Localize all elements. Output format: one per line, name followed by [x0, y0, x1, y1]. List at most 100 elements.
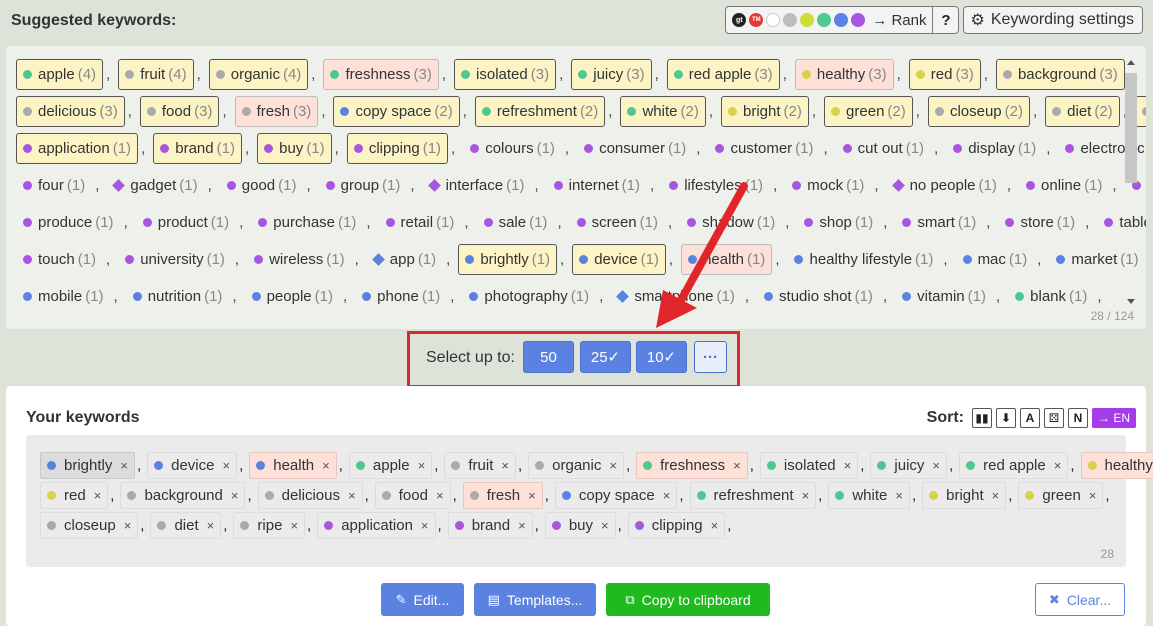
your-keyword-chip[interactable]: fruit ×	[444, 451, 516, 479]
remove-icon[interactable]: ×	[207, 518, 215, 533]
suggested-keyword-chip[interactable]: apple (4)	[16, 59, 104, 90]
your-keyword-chip[interactable]: fresh ×	[462, 481, 543, 509]
suggested-keyword-chip[interactable]: device (1)	[572, 244, 666, 275]
suggested-keyword-chip[interactable]: online (1)	[1019, 170, 1110, 201]
suggested-keyword-chip[interactable]: customer (1)	[708, 133, 821, 164]
remove-icon[interactable]: ×	[501, 458, 509, 473]
your-keyword-chip[interactable]: device ×	[147, 451, 238, 479]
your-keyword-chip[interactable]: closeup ×	[40, 511, 139, 539]
suggested-keyword-chip[interactable]: juicy (3)	[571, 59, 652, 90]
scroll-up-icon[interactable]	[1127, 60, 1135, 65]
rank-button[interactable]: gt TM → Rank ?	[725, 6, 960, 34]
suggested-keyword-chip[interactable]: clipping (1)	[346, 133, 449, 164]
your-keyword-chip[interactable]: background ×	[120, 481, 246, 509]
suggested-keyword-chip[interactable]: copy space (2)	[333, 96, 460, 127]
remove-icon[interactable]: ×	[94, 488, 102, 503]
remove-icon[interactable]: ×	[222, 458, 230, 473]
suggested-keyword-chip[interactable]: consumer (1)	[577, 133, 694, 164]
suggested-keyword-chip[interactable]: photography (1)	[462, 281, 597, 312]
remove-icon[interactable]: ×	[231, 488, 239, 503]
remove-icon[interactable]: ×	[733, 458, 741, 473]
your-keyword-chip[interactable]: diet ×	[150, 511, 222, 539]
your-keyword-chip[interactable]: white ×	[828, 481, 910, 509]
your-keyword-chip[interactable]: healthy×	[1080, 451, 1153, 479]
suggested-keyword-chip[interactable]: four (1)	[16, 170, 93, 201]
suggested-keyword-chip[interactable]: people (1)	[244, 281, 340, 312]
remove-icon[interactable]: ×	[418, 458, 426, 473]
suggested-keyword-chip[interactable]: shadow (1)	[680, 207, 783, 238]
suggested-keyword-chip[interactable]: cut out (1)	[835, 133, 932, 164]
scroll-thumb[interactable]	[1125, 73, 1137, 183]
your-keyword-chip[interactable]: organic ×	[528, 451, 624, 479]
your-keyword-chip[interactable]: refreshment ×	[689, 481, 817, 509]
suggested-keyword-chip[interactable]: studio shot (1)	[757, 281, 880, 312]
remove-icon[interactable]: ×	[802, 488, 810, 503]
remove-icon[interactable]: ×	[421, 518, 429, 533]
suggested-keyword-chip[interactable]: wireless (1)	[247, 244, 352, 275]
suggested-keyword-chip[interactable]: sale (1)	[476, 207, 555, 238]
your-keyword-chip[interactable]: health ×	[249, 451, 337, 479]
suggested-keyword-chip[interactable]: interface (1)	[422, 170, 532, 201]
keywording-settings-button[interactable]: ⚙ Keywording settings	[963, 6, 1143, 34]
remove-icon[interactable]: ×	[348, 488, 356, 503]
suggested-keyword-chip[interactable]: vitamin (1)	[895, 281, 993, 312]
suggested-keyword-chip[interactable]: isolated (3)	[454, 59, 557, 90]
suggested-keyword-chip[interactable]: green (2)	[824, 96, 913, 127]
sort-alpha-button[interactable]: A	[1019, 408, 1040, 428]
remove-icon[interactable]: ×	[124, 518, 132, 533]
select-10-button[interactable]: 10✓	[636, 341, 687, 373]
copy-to-clipboard-button[interactable]: ⧉ Copy to clipboard	[606, 583, 770, 616]
templates-button[interactable]: ▤ Templates...	[474, 583, 596, 616]
suggested-keyword-chip[interactable]: touch (1)	[16, 244, 104, 275]
remove-icon[interactable]: ×	[895, 488, 903, 503]
suggested-keyword-chip[interactable]: background (3)	[995, 59, 1125, 90]
suggested-keyword-chip[interactable]: closeup (2)	[927, 96, 1030, 127]
suggested-keyword-chip[interactable]: lifestyles (1)	[662, 170, 771, 201]
suggested-keyword-chip[interactable]: tablet(1)	[1097, 207, 1146, 238]
your-keyword-chip[interactable]: ripe ×	[233, 511, 306, 539]
remove-icon[interactable]: ×	[711, 518, 719, 533]
your-keyword-chip[interactable]: bright ×	[922, 481, 1007, 509]
suggested-keyword-chip[interactable]: bright (2)	[721, 96, 809, 127]
suggested-keyword-chip[interactable]: nutrition (1)	[125, 281, 230, 312]
suggested-keyword-chip[interactable]: healthy lifestyle (1)	[787, 244, 941, 275]
suggested-keyword-chip[interactable]: delicious (3)	[16, 96, 125, 127]
more-options-button[interactable]: ···	[694, 341, 727, 373]
clear-button[interactable]: ✖ Clear...	[1035, 583, 1125, 616]
suggested-keyword-chip[interactable]: fruit (4)	[118, 59, 194, 90]
suggested-keyword-chip[interactable]: application (1)	[16, 133, 139, 164]
suggested-keyword-chip[interactable]: brightly (1)	[458, 244, 558, 275]
suggested-scrollbar[interactable]	[1124, 56, 1138, 304]
suggested-keyword-chip[interactable]: fresh (3)	[234, 96, 319, 127]
your-keyword-chip[interactable]: apple ×	[348, 451, 433, 479]
sort-n-button[interactable]: N	[1067, 408, 1088, 428]
your-keyword-chip[interactable]: buy ×	[544, 511, 616, 539]
suggested-keyword-chip[interactable]: buy (1)	[257, 133, 332, 164]
suggested-keyword-chip[interactable]: app (1)	[366, 244, 444, 275]
remove-icon[interactable]: ×	[120, 458, 128, 473]
suggested-keyword-chip[interactable]: produce (1)	[16, 207, 121, 238]
your-keyword-chip[interactable]: delicious ×	[257, 481, 363, 509]
your-keyword-chip[interactable]: brightly ×	[40, 451, 135, 479]
suggested-keyword-chip[interactable]: purchase (1)	[251, 207, 364, 238]
suggested-keyword-chip[interactable]: retail (1)	[378, 207, 462, 238]
remove-icon[interactable]: ×	[1054, 458, 1062, 473]
suggested-keyword-chip[interactable]: group (1)	[318, 170, 408, 201]
your-keyword-chip[interactable]: green ×	[1018, 481, 1104, 509]
suggested-keyword-chip[interactable]: freshness (3)	[323, 59, 439, 90]
suggested-keyword-chip[interactable]: red apple (3)	[666, 59, 780, 90]
sort-down-arrow-icon[interactable]: ⬇	[995, 408, 1016, 428]
suggested-keyword-chip[interactable]: blank (1)	[1008, 281, 1095, 312]
remove-icon[interactable]: ×	[992, 488, 1000, 503]
your-keyword-chip[interactable]: isolated ×	[759, 451, 859, 479]
suggested-keyword-chip[interactable]: colours (1)	[463, 133, 562, 164]
suggested-keyword-chip[interactable]: university (1)	[118, 244, 232, 275]
suggested-keyword-chip[interactable]: screen (1)	[569, 207, 665, 238]
sort-by-chart-icon[interactable]: ▮▮	[971, 408, 992, 428]
remove-icon[interactable]: ×	[601, 518, 609, 533]
suggested-keyword-chip[interactable]: food (3)	[139, 96, 220, 127]
suggested-keyword-chip[interactable]: product (1)	[135, 207, 237, 238]
suggested-keyword-chip[interactable]: organic (4)	[208, 59, 309, 90]
suggested-keyword-chip[interactable]: no people (1)	[886, 170, 1004, 201]
remove-icon[interactable]: ×	[322, 458, 330, 473]
